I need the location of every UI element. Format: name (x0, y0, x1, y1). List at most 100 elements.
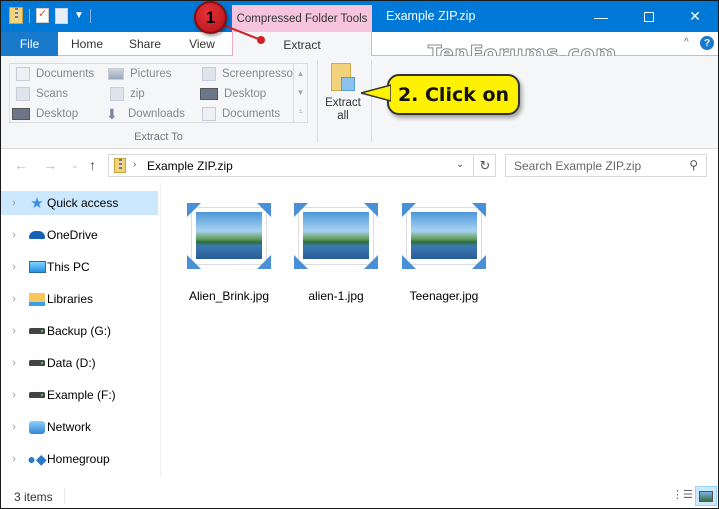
sidebar-item-quick-access[interactable]: › ★ Quick access (1, 191, 158, 215)
sidebar-item-label: Example (F:) (47, 388, 116, 402)
expand-chevron-icon[interactable]: › (1, 229, 27, 241)
expand-chevron-icon[interactable]: › (1, 453, 27, 465)
close-button[interactable]: ✕ (672, 1, 718, 32)
file-item[interactable]: alien-1.jpg (286, 201, 386, 303)
file-name: Teenager.jpg (409, 289, 479, 303)
libraries-icon (27, 291, 47, 307)
search-input[interactable]: Search Example ZIP.zip ⚲ (505, 154, 707, 177)
image-file-icon (402, 201, 486, 271)
close-icon: ✕ (689, 8, 701, 24)
sidebar-item-network[interactable]: › Network (1, 415, 158, 439)
maximize-button[interactable] (626, 1, 672, 32)
extract-all-button[interactable]: Extract all (321, 61, 365, 131)
large-icons-view-button[interactable] (695, 486, 717, 506)
extract-to-downloads[interactable]: ⬇ Downloads (106, 104, 185, 124)
expand-chevron-icon[interactable]: › (1, 261, 27, 273)
extract-all-icon (331, 63, 355, 93)
help-icon[interactable]: ? (700, 36, 714, 50)
sidebar-item-onedrive[interactable]: › OneDrive (1, 223, 158, 247)
new-folder-icon[interactable] (55, 7, 68, 24)
gallery-item-label: Pictures (130, 68, 172, 80)
extract-to-scans[interactable]: Scans (16, 84, 68, 104)
qat-separator (29, 8, 30, 23)
folder-icon (110, 87, 124, 101)
up-button[interactable]: ↑ (89, 157, 96, 173)
pictures-icon (108, 68, 124, 80)
drive-icon (27, 323, 47, 339)
navigation-bar: ← → ⌄ ↑ › Example ZIP.zip ⌄ ↻ Search Exa… (1, 149, 718, 183)
thumbnail-view-icon (699, 490, 713, 502)
recent-locations-button[interactable]: ⌄ (71, 160, 79, 171)
sidebar-item-homegroup[interactable]: › ●◆ Homegroup (1, 447, 158, 471)
customize-qat-dropdown-icon[interactable]: ▼ (74, 10, 84, 21)
collapse-ribbon-icon[interactable]: ^ (684, 37, 689, 48)
scroll-up-icon[interactable]: ▲ (297, 69, 305, 78)
status-separator (64, 489, 65, 503)
sidebar-item-label: OneDrive (47, 228, 98, 242)
extract-all-label: Extract all (325, 97, 361, 122)
minimize-button[interactable]: — (578, 1, 624, 32)
address-history-dropdown[interactable]: ⌄ (456, 159, 464, 170)
network-icon (27, 419, 47, 435)
sidebar-item-backup-g[interactable]: › Backup (G:) (1, 319, 158, 343)
expand-chevron-icon[interactable]: › (1, 325, 27, 337)
downloads-icon: ⬇ (106, 106, 118, 122)
scroll-down-icon[interactable]: ▼ (297, 88, 305, 97)
homegroup-icon: ●◆ (27, 450, 47, 467)
sidebar-item-label: Quick access (47, 196, 119, 210)
tab-share[interactable]: Share (116, 32, 174, 56)
gallery-item-label: Documents (36, 68, 95, 80)
gallery-scrollbar[interactable]: ▲ ▼ ⩡ (293, 64, 307, 122)
sidebar-item-example-f[interactable]: › Example (F:) (1, 383, 158, 407)
details-view-button[interactable]: ⋮☰ (672, 489, 693, 503)
this-pc-icon (27, 259, 47, 275)
extract-to-desktop[interactable]: Desktop (200, 84, 266, 104)
expand-chevron-icon[interactable]: › (1, 389, 27, 401)
gallery-item-label: zip (130, 88, 145, 100)
refresh-button[interactable]: ↻ (473, 155, 496, 176)
sidebar-item-label: This PC (47, 260, 90, 274)
title-bar: ▼ Compressed Folder Tools Example ZIP.zi… (1, 1, 718, 32)
extract-to-desktop[interactable]: Desktop (12, 104, 78, 124)
tab-file[interactable]: File (1, 32, 58, 56)
item-count: 3 items (14, 490, 53, 504)
extract-to-pictures[interactable]: Pictures (108, 64, 172, 84)
tab-home[interactable]: Home (58, 32, 116, 56)
drive-icon (27, 355, 47, 371)
expand-chevron-icon[interactable]: › (1, 293, 27, 305)
extract-to-documents[interactable]: Documents (202, 104, 280, 124)
expand-chevron-icon[interactable]: › (1, 357, 27, 369)
zip-folder-icon (114, 158, 126, 173)
file-item[interactable]: Alien_Brink.jpg (179, 201, 279, 303)
sidebar-item-this-pc[interactable]: › This PC (1, 255, 158, 279)
expand-chevron-icon[interactable]: › (1, 421, 27, 433)
drive-icon (27, 387, 47, 403)
properties-icon[interactable] (36, 7, 49, 23)
documents-icon (202, 107, 216, 121)
sidebar-item-data-d[interactable]: › Data (D:) (1, 351, 158, 375)
gallery-expand-icon[interactable]: ⩡ (298, 107, 303, 117)
gallery-item-label: Screenpresso (222, 68, 293, 80)
extract-to-documents[interactable]: Documents (16, 64, 94, 84)
address-bar[interactable]: › Example ZIP.zip ⌄ ↻ (108, 154, 496, 177)
sidebar-item-label: Libraries (47, 292, 94, 306)
breadcrumb-current[interactable]: Example ZIP.zip (147, 159, 233, 173)
folder-icon (202, 67, 216, 81)
qat-separator (89, 8, 91, 23)
back-button[interactable]: ← (14, 157, 28, 173)
forward-button[interactable]: → (43, 157, 57, 173)
sidebar-item-libraries[interactable]: › Libraries (1, 287, 158, 311)
gallery-item-label: Documents (222, 108, 281, 120)
image-file-icon (294, 201, 378, 271)
search-icon[interactable]: ⚲ (689, 158, 698, 172)
sidebar-item-label: Network (47, 420, 92, 434)
gallery-item-label: Downloads (128, 108, 185, 120)
extract-to-screenpresso[interactable]: Screenpresso (202, 64, 293, 84)
group-separator (317, 60, 318, 142)
ribbon-extract-panel: Documents Pictures Screenpresso Scans zi… (1, 56, 718, 149)
breadcrumb-separator-icon[interactable]: › (133, 159, 136, 170)
file-item[interactable]: Teenager.jpg (394, 201, 494, 303)
folder-icon (16, 87, 30, 101)
extract-to-zip[interactable]: zip (110, 84, 145, 104)
expand-chevron-icon[interactable]: › (1, 197, 27, 209)
